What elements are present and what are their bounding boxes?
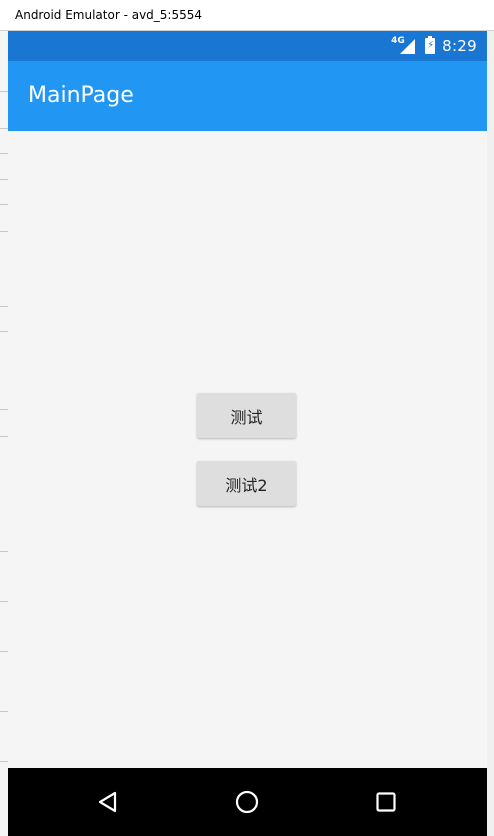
status-icons: 4G ⚡ 8:29 — [391, 36, 477, 56]
background-ide-fragment — [0, 31, 8, 836]
test-button[interactable]: 测试 — [197, 393, 296, 438]
emulator-title-bar: Android Emulator - avd_5:5554 — [0, 0, 494, 31]
recent-apps-icon — [376, 792, 396, 812]
navigation-bar — [8, 768, 487, 836]
background-right-edge — [487, 31, 494, 836]
home-button[interactable] — [227, 782, 267, 822]
test2-button[interactable]: 测试2 — [197, 461, 296, 506]
emulator-window-title: Android Emulator - avd_5:5554 — [15, 8, 203, 22]
main-content: 测试 测试2 — [8, 131, 487, 768]
home-icon — [235, 790, 259, 814]
back-button[interactable] — [88, 782, 128, 822]
signal-4g-icon: 4G — [391, 36, 417, 55]
status-bar: 4G ⚡ 8:29 — [8, 31, 487, 61]
status-time: 8:29 — [442, 37, 477, 55]
page-title: MainPage — [28, 83, 134, 108]
back-icon — [98, 791, 117, 813]
app-bar: MainPage — [8, 61, 487, 131]
battery-charging-icon: ⚡ — [425, 36, 436, 54]
android-device-screen: 4G ⚡ 8:29 MainPage 测试 测试2 — [8, 31, 487, 836]
recent-apps-button[interactable] — [366, 782, 406, 822]
